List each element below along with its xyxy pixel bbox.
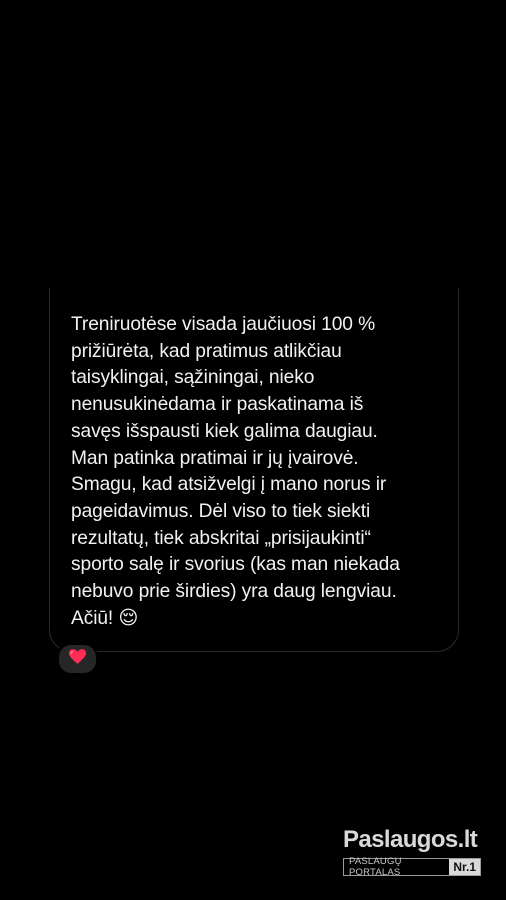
heart-icon (69, 649, 86, 669)
watermark-logo: Paslaugos.lt PASLAUGŲ PORTALAS Nr.1 (343, 826, 481, 878)
watermark-subtitle: PASLAUGŲ PORTALAS (349, 856, 402, 878)
watermark-badge: Nr.1 (449, 859, 480, 875)
watermark-brand: Paslaugos.lt (343, 826, 478, 853)
watermark-subtitle-box: PASLAUGŲ PORTALAS Nr.1 (343, 856, 481, 878)
reaction-badge[interactable] (57, 643, 98, 675)
message-bubble[interactable]: Treniruotėse visada jaučiuosi 100 % priž… (49, 288, 459, 652)
message-text: Treniruotėse visada jaučiuosi 100 % priž… (71, 314, 400, 629)
